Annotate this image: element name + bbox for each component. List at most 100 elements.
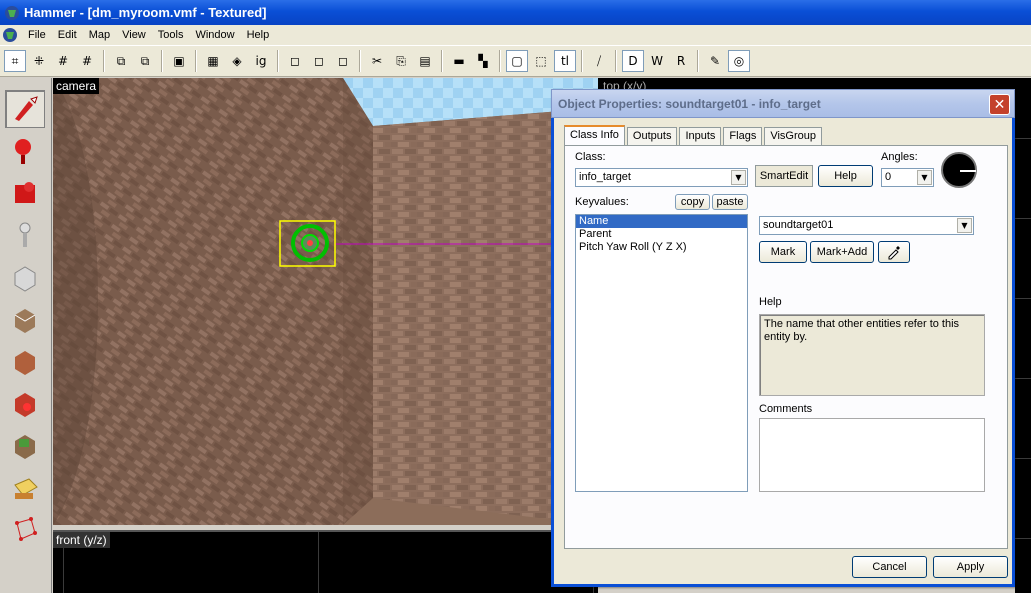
apply-texture-button[interactable] <box>5 342 45 380</box>
toolbar-separator <box>441 50 443 72</box>
cordon-icon[interactable]: ◻ <box>284 50 306 72</box>
menu-file[interactable]: File <box>22 27 52 43</box>
cut-icon[interactable]: ✂ <box>366 50 388 72</box>
apply-texture-icon <box>15 351 35 375</box>
clipping-tool-button[interactable] <box>5 468 45 506</box>
grid-larger-icon[interactable]: # <box>76 50 98 72</box>
toolbar-separator <box>499 50 501 72</box>
ignore-groups-icon[interactable]: ig <box>250 50 272 72</box>
grid-line <box>318 532 319 593</box>
camera-tool-icon <box>15 182 35 203</box>
chevron-down-icon[interactable]: ▼ <box>917 170 932 185</box>
cancel-button[interactable]: Cancel <box>852 556 927 578</box>
menu-map[interactable]: Map <box>83 27 116 43</box>
copy-button[interactable]: copy <box>675 194 710 210</box>
group-icon[interactable]: ▣ <box>168 50 190 72</box>
list-item[interactable]: Pitch Yaw Roll (Y Z X) <box>576 241 747 254</box>
texture-lock-icon[interactable]: ▦ <box>202 50 224 72</box>
menu-edit[interactable]: Edit <box>52 27 83 43</box>
menu-window[interactable]: Window <box>189 27 240 43</box>
value-field[interactable]: soundtarget01 ▼ <box>759 216 974 235</box>
box-select-icon[interactable]: ▢ <box>506 50 528 72</box>
d-toggle-icon[interactable]: D <box>622 50 644 72</box>
texture-scale-icon[interactable]: ◈ <box>226 50 248 72</box>
mark-button[interactable]: Mark <box>759 241 807 263</box>
grid-line <box>1015 378 1031 379</box>
cordon-edit-icon[interactable]: ◻ <box>308 50 330 72</box>
selection-tool-button[interactable] <box>5 90 45 128</box>
tab-flags[interactable]: Flags <box>723 127 763 146</box>
paste-icon[interactable]: ▤ <box>414 50 436 72</box>
mark-button-label: Mark <box>770 246 796 258</box>
mark-add-button-label: Mark+Add <box>816 246 868 258</box>
toolbar-separator <box>161 50 163 72</box>
document-icon[interactable] <box>2 27 18 43</box>
class-select[interactable]: info_target ▼ <box>575 168 748 187</box>
help-button-label: Help <box>834 170 857 182</box>
grid-toggle-icon[interactable]: ⌗ <box>4 50 26 72</box>
close-icon[interactable]: ✕ <box>989 94 1010 115</box>
hide-unselected-icon[interactable]: ▚ <box>472 50 494 72</box>
compile-icon[interactable]: ⧸ <box>588 50 610 72</box>
chevron-down-icon[interactable]: ▼ <box>957 218 972 233</box>
carve-icon[interactable]: ⧉ <box>110 50 132 72</box>
list-item[interactable]: Parent <box>576 228 747 241</box>
grid-line <box>1015 538 1031 539</box>
hollow-icon[interactable]: ⧉ <box>134 50 156 72</box>
grid-dots-icon[interactable]: ⁜ <box>28 50 50 72</box>
hide-icon[interactable]: ▬ <box>448 50 470 72</box>
keyvalues-list[interactable]: Name Parent Pitch Yaw Roll (Y Z X) <box>575 214 748 492</box>
dialog-title-bar[interactable]: Object Properties: soundtarget01 - info_… <box>551 89 1015 118</box>
paste-button[interactable]: paste <box>712 194 748 210</box>
cordon-toggle-icon[interactable]: ◻ <box>332 50 354 72</box>
model-toggle-icon[interactable]: ✎ <box>704 50 726 72</box>
vertex-tool-button[interactable] <box>5 510 45 548</box>
menu-bar: File Edit Map View Tools Window Help <box>0 25 1031 45</box>
grid-line <box>1015 138 1031 139</box>
camera-view-label[interactable]: camera <box>53 78 100 94</box>
grid-smaller-icon[interactable]: # <box>52 50 74 72</box>
angle-dial[interactable] <box>941 152 977 188</box>
front-viewport[interactable]: front (y/z) <box>53 530 598 593</box>
entity-tool-icon <box>19 222 31 247</box>
w-toggle-icon[interactable]: W <box>646 50 668 72</box>
comments-field[interactable] <box>759 418 985 492</box>
overlay-tool-button[interactable] <box>5 426 45 464</box>
list-item[interactable]: Name <box>576 215 747 228</box>
front-view-label[interactable]: front (y/z) <box>53 532 110 548</box>
menu-help[interactable]: Help <box>241 27 276 43</box>
mark-add-button[interactable]: Mark+Add <box>810 241 874 263</box>
r-toggle-icon[interactable]: R <box>670 50 692 72</box>
copy-icon[interactable]: ⎘ <box>390 50 412 72</box>
angles-select[interactable]: 0 ▼ <box>881 168 934 187</box>
grid-line <box>1015 218 1031 219</box>
menu-view[interactable]: View <box>116 27 152 43</box>
toggle-texture-icon <box>14 309 36 333</box>
class-value: info_target <box>579 171 631 183</box>
camera-tool-button[interactable] <box>5 174 45 212</box>
block-tool-button[interactable] <box>5 258 45 296</box>
tab-visgroup[interactable]: VisGroup <box>764 127 822 146</box>
sphere-toggle-icon[interactable]: ◎ <box>728 50 750 72</box>
tab-outputs[interactable]: Outputs <box>626 127 678 146</box>
eyedropper-button[interactable] <box>878 241 910 263</box>
chevron-down-icon[interactable]: ▼ <box>731 170 746 185</box>
tl-icon[interactable]: tl <box>554 50 576 72</box>
decal-tool-button[interactable] <box>5 384 45 422</box>
menu-tools[interactable]: Tools <box>152 27 190 43</box>
toggle-texture-button[interactable] <box>5 300 45 338</box>
tab-inputs[interactable]: Inputs <box>679 127 722 146</box>
entity-tool-button[interactable] <box>5 216 45 254</box>
apply-button[interactable]: Apply <box>933 556 1008 578</box>
magnify-tool-button[interactable] <box>5 132 45 170</box>
box-dashed-icon[interactable]: ⬚ <box>530 50 552 72</box>
angles-label: Angles: <box>881 151 918 163</box>
help-button[interactable]: Help <box>818 165 873 187</box>
toolbar-separator <box>359 50 361 72</box>
side-viewport[interactable] <box>1015 78 1031 593</box>
smartedit-button[interactable]: SmartEdit <box>755 165 813 187</box>
copy-button-label: copy <box>680 196 705 208</box>
camera-viewport[interactable]: camera <box>53 78 598 525</box>
window-title: Hammer - [dm_myroom.vmf - Textured] <box>24 5 267 20</box>
tab-class-info[interactable]: Class Info <box>564 125 625 146</box>
